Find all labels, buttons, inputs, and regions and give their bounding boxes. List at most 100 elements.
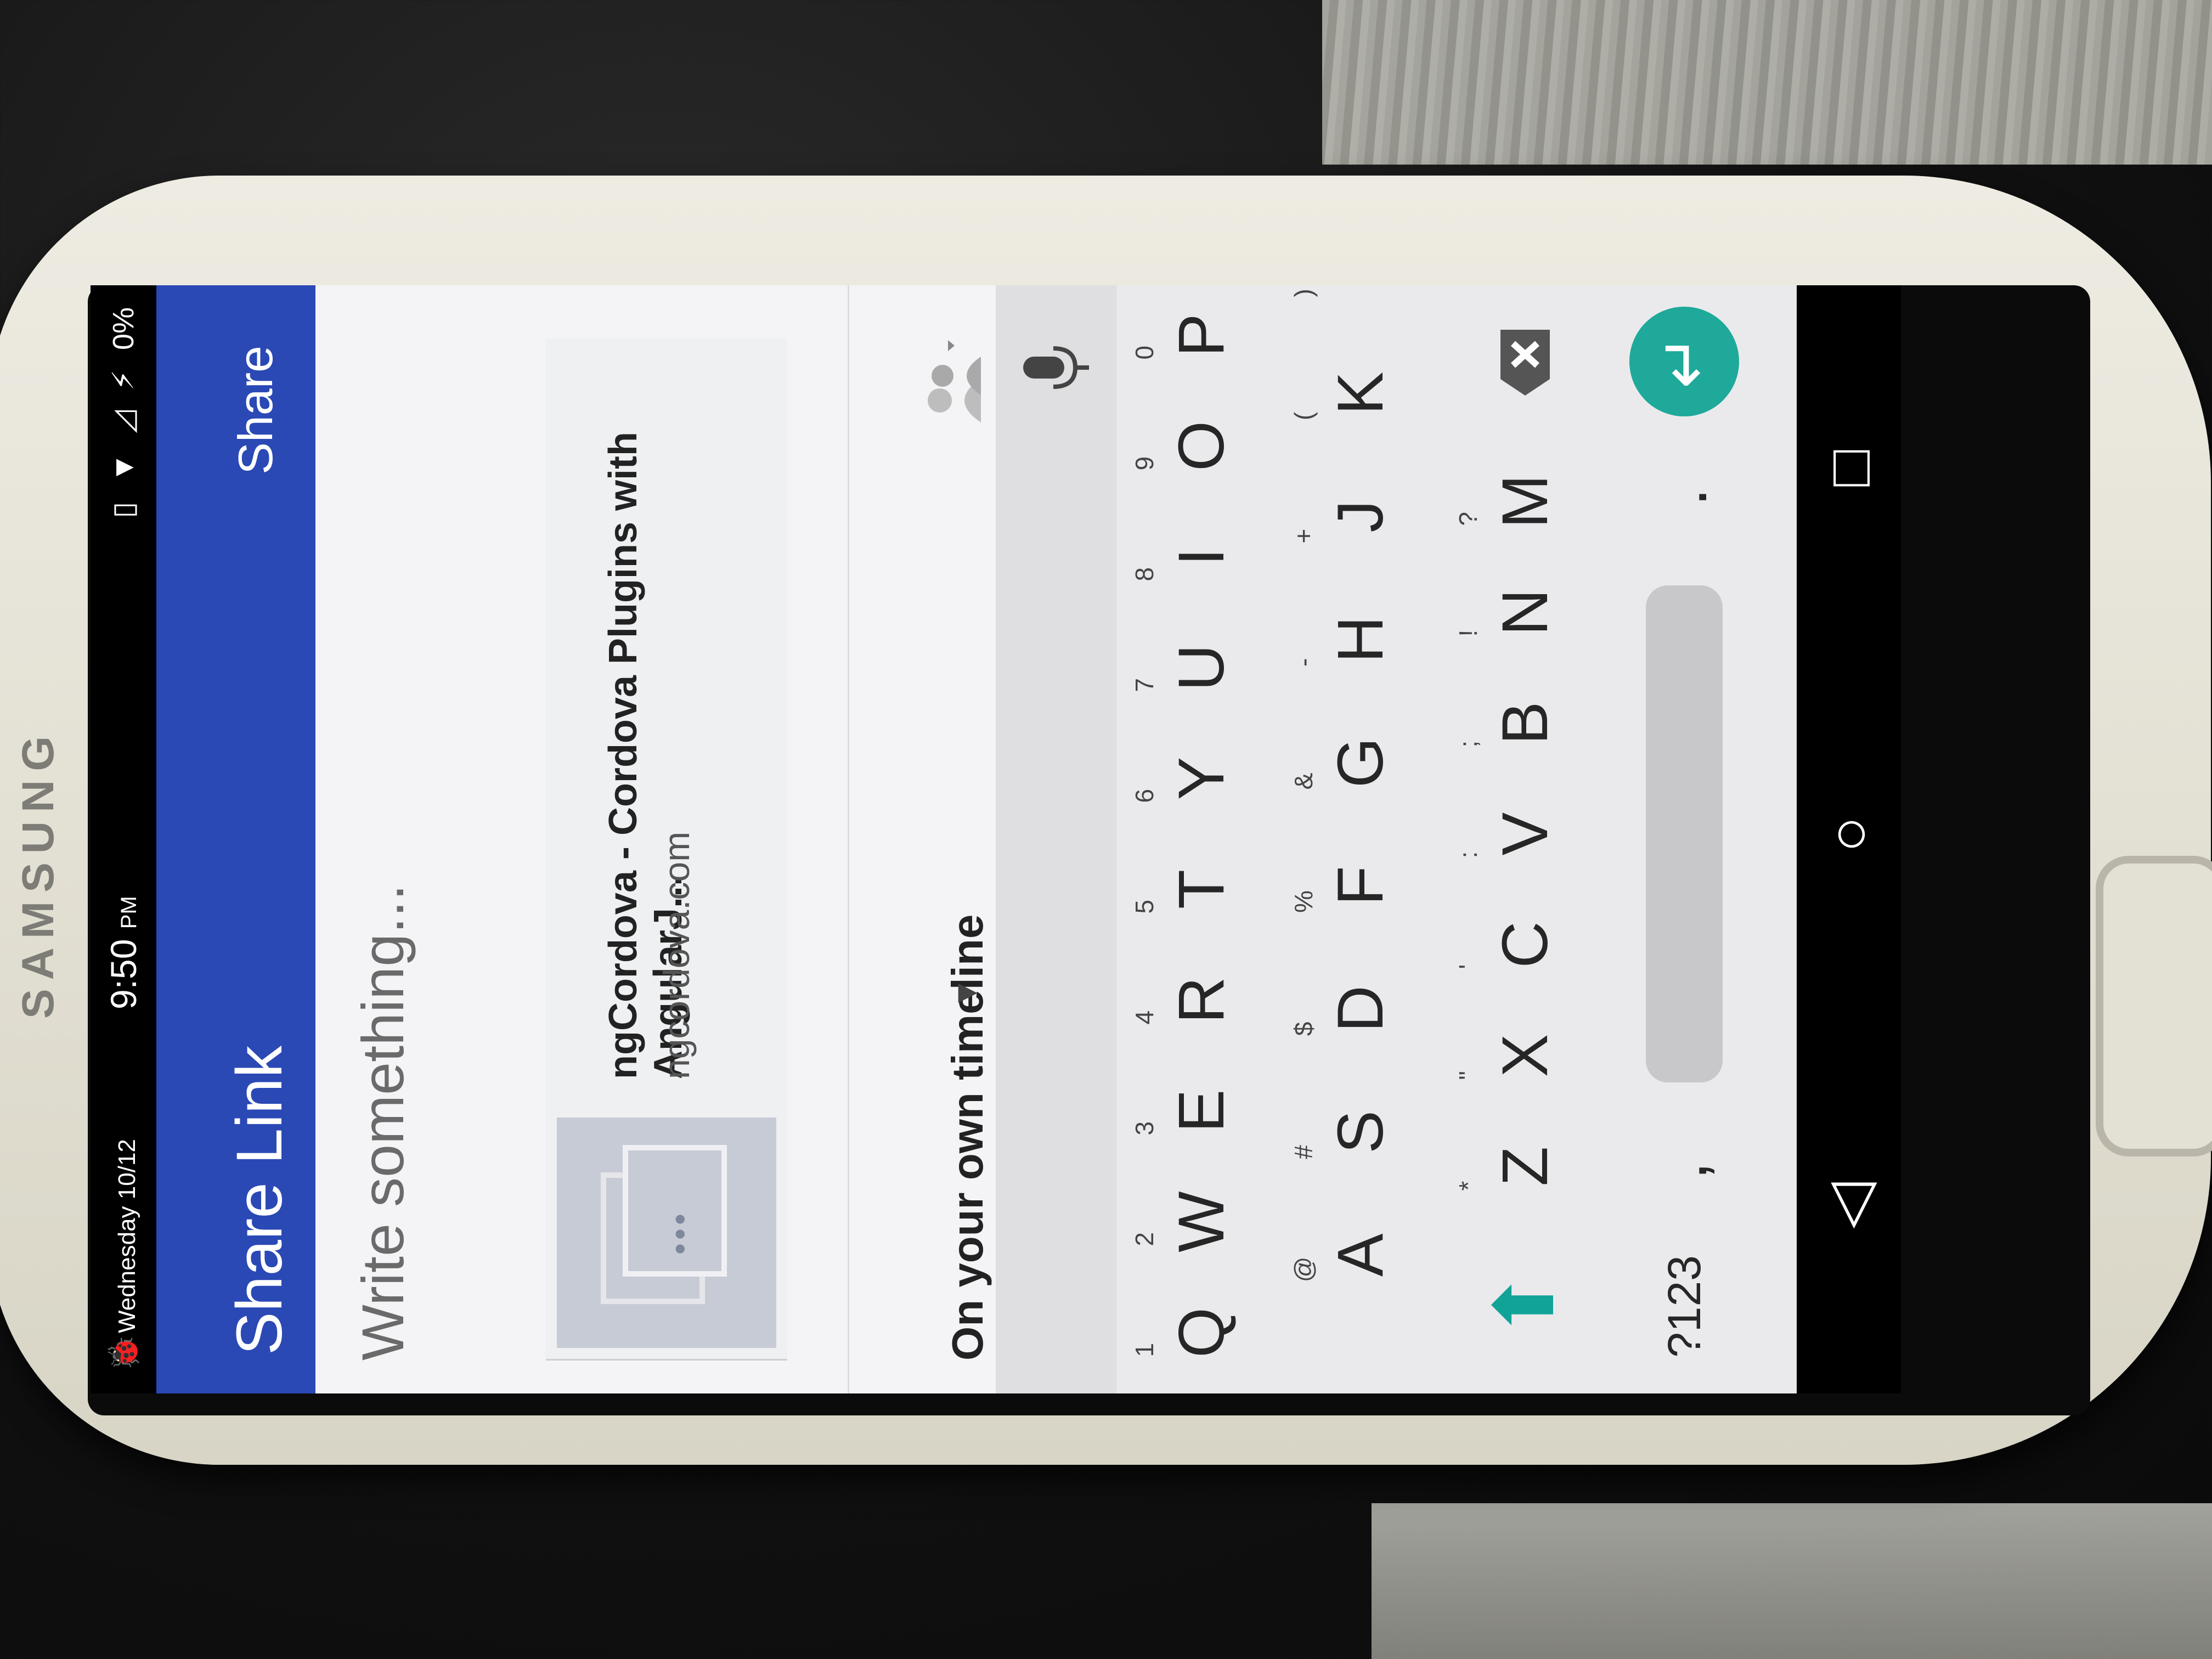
key-label: W — [1165, 1191, 1238, 1252]
keyboard-row-4: ?123 , . ↵ — [1605, 285, 1764, 1393]
key-i[interactable]: 8I — [1122, 501, 1281, 612]
key-label: B — [1489, 701, 1561, 745]
key-s[interactable]: # S — [1281, 1070, 1440, 1193]
key-label: C — [1489, 921, 1561, 968]
key-b[interactable]: ; B — [1446, 668, 1605, 778]
key-label: U — [1165, 644, 1238, 691]
key-hint: ; — [1454, 740, 1482, 748]
key-label: A — [1324, 1233, 1397, 1277]
key-q[interactable]: 1Q — [1122, 1277, 1281, 1388]
symbols-key[interactable]: ?123 — [1605, 1225, 1764, 1388]
link-preview-card[interactable]: ••• ngCordova - Cordova Plugins with Ang… — [546, 338, 787, 1361]
key-z[interactable]: * Z — [1446, 1111, 1605, 1222]
key-hint: 7 — [1130, 678, 1159, 692]
keyboard-row-2: @A#S$D%F&G-H+J(K)L — [1281, 285, 1440, 1393]
key-hint: 4 — [1130, 1010, 1159, 1025]
status-icons: ▯ ▼ ◿ ⚡ 0% — [106, 307, 140, 518]
home-nav-icon[interactable]: ○ — [1814, 816, 1884, 853]
link-domain: ngcordova.com — [656, 831, 697, 1079]
home-hardware-button[interactable] — [2096, 856, 2212, 1156]
key-label: M — [1489, 474, 1561, 529]
soft-keyboard: 1Q2W3E4R5T6Y7U8I9O0P @A#S$D%F&G-H+J(K)L … — [996, 285, 1901, 1393]
key-c[interactable]: ' C — [1446, 889, 1605, 1000]
key-label: D — [1324, 985, 1397, 1032]
key-label: S — [1324, 1110, 1397, 1154]
key-label: O — [1165, 421, 1238, 471]
charging-icon: ⚡ — [107, 370, 140, 391]
key-label: V — [1489, 812, 1561, 856]
key-w[interactable]: 2W — [1122, 1166, 1281, 1277]
key-h[interactable]: -H — [1281, 578, 1440, 701]
key-hint: : — [1454, 851, 1482, 859]
key-t[interactable]: 5T — [1122, 834, 1281, 945]
share-button[interactable]: Share — [228, 346, 284, 475]
enter-key[interactable]: ↵ — [1605, 285, 1764, 443]
microphone-icon[interactable] — [1020, 340, 1092, 395]
key-label: J — [1324, 500, 1397, 533]
key-l[interactable]: )L — [1281, 285, 1440, 332]
key-e[interactable]: 3E — [1122, 1056, 1281, 1166]
key-p[interactable]: 0P — [1122, 285, 1281, 391]
key-label: T — [1165, 869, 1238, 910]
key-label: L — [1323, 285, 1398, 288]
people-icon[interactable] — [921, 335, 986, 433]
back-nav-icon[interactable]: ◁ — [1814, 1182, 1884, 1229]
compose-input[interactable]: Write something... — [348, 329, 491, 1361]
key-r[interactable]: 4R — [1122, 945, 1281, 1056]
key-d[interactable]: $ D — [1281, 947, 1440, 1070]
keyboard-row-1: 1Q2W3E4R5T6Y7U8I9O0P — [1122, 285, 1281, 1393]
key-hint: ) — [1289, 289, 1318, 297]
key-g[interactable]: & G — [1281, 701, 1440, 824]
keyboard-row-3: ⬆ * Z " X ' C: V; B! N? M — [1446, 285, 1605, 1393]
key-hint: 6 — [1130, 788, 1159, 803]
key-a[interactable]: @ A — [1281, 1194, 1440, 1317]
vibrate-icon: ▯ — [107, 501, 140, 518]
key-v[interactable]: :V — [1446, 778, 1605, 889]
navigation-bar: ◁ ○ □ — [1797, 285, 1901, 1393]
key-hint: $ — [1289, 1022, 1318, 1036]
page-title: Share Link — [223, 1045, 296, 1355]
key-label: P — [1165, 313, 1238, 357]
key-label: H — [1324, 616, 1397, 663]
key-k[interactable]: (K — [1281, 332, 1440, 455]
signal-icon: ◿ — [107, 410, 140, 433]
space-key[interactable] — [1605, 551, 1764, 1116]
status-date: Wednesday 10/12 — [114, 1139, 140, 1333]
key-label: K — [1324, 371, 1397, 415]
more-dots-icon: ••• — [662, 1210, 698, 1255]
key-m[interactable]: ? M — [1446, 446, 1605, 557]
key-hint: 9 — [1130, 456, 1159, 471]
key-x[interactable]: " X — [1446, 1000, 1605, 1111]
shift-key[interactable]: ⬆ — [1446, 1222, 1605, 1388]
key-u[interactable]: 7U — [1122, 612, 1281, 723]
key-j[interactable]: + J — [1281, 455, 1440, 578]
battery-percent: 0% — [106, 307, 140, 351]
key-label: R — [1165, 977, 1238, 1024]
key-hint: 5 — [1130, 899, 1159, 914]
key-y[interactable]: 6Y — [1122, 723, 1281, 834]
backspace-key[interactable] — [1446, 285, 1605, 446]
key-label: Y — [1165, 757, 1238, 800]
recents-nav-icon[interactable]: □ — [1814, 450, 1884, 486]
key-hint: " — [1454, 1071, 1482, 1080]
key-hint: ( — [1289, 411, 1318, 421]
key-label: F — [1324, 866, 1397, 906]
period-key[interactable]: . — [1605, 443, 1764, 551]
key-label: Z — [1489, 1146, 1561, 1187]
key-o[interactable]: 9O — [1122, 391, 1281, 501]
key-f[interactable]: % F — [1281, 824, 1440, 947]
key-n[interactable]: ! N — [1446, 557, 1605, 668]
audience-selector[interactable]: On your own timeline ▼ — [848, 285, 1003, 1393]
key-hint: 0 — [1130, 345, 1159, 360]
backspace-icon — [1500, 330, 1550, 396]
key-hint: 2 — [1130, 1232, 1159, 1246]
key-label: N — [1489, 589, 1561, 636]
key-hint: & — [1289, 772, 1318, 790]
key-label: X — [1489, 1034, 1561, 1077]
android-debug-icon: 🐞 — [108, 1334, 140, 1372]
key-label: E — [1165, 1089, 1238, 1133]
key-hint: # — [1289, 1145, 1318, 1159]
status-time: 9:50 PM — [103, 896, 144, 1009]
key-hint: ? — [1454, 511, 1482, 526]
comma-key[interactable]: , — [1605, 1116, 1764, 1225]
